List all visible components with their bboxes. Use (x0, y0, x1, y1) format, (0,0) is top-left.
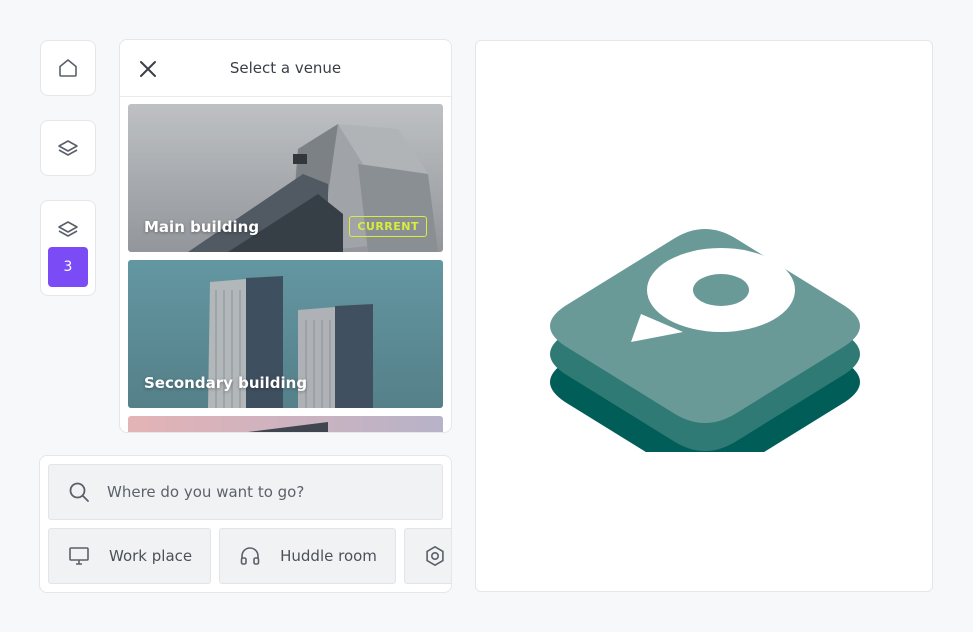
category-more[interactable] (403, 528, 451, 584)
headphones-icon (240, 547, 260, 565)
home-button[interactable] (40, 40, 96, 96)
map-panel[interactable] (475, 40, 933, 592)
gear-icon (426, 546, 444, 566)
venue-card-secondary-building[interactable]: Secondary building (128, 260, 443, 408)
category-chips: Work place Huddle room (48, 528, 451, 584)
search-panel: Work place Huddle room (39, 455, 452, 593)
search-input[interactable] (107, 483, 407, 501)
category-label: Work place (109, 547, 193, 565)
current-venue-badge: CURRENT (349, 216, 427, 237)
search-icon (69, 482, 89, 502)
floor-selector[interactable]: 3 (40, 200, 96, 296)
category-work-place[interactable]: Work place (48, 528, 212, 584)
venue-list: Main building CURRENT Secondary building (128, 104, 443, 432)
venue-name: Secondary building (144, 374, 308, 392)
venue-panel-header: Select a venue (120, 40, 451, 97)
venue-panel-title: Select a venue (229, 59, 342, 77)
category-huddle-room[interactable]: Huddle room (219, 528, 396, 584)
app-logo-icon (550, 229, 860, 452)
category-label: Huddle room (280, 547, 377, 565)
layers-button[interactable] (40, 120, 96, 176)
layers-icon (58, 140, 78, 156)
search-box[interactable] (48, 464, 443, 520)
home-icon (59, 59, 77, 77)
venue-name: Main building (144, 218, 260, 236)
monitor-icon (69, 547, 89, 565)
third-building-image (128, 416, 443, 432)
layers-icon (58, 221, 78, 237)
venue-card-main-building[interactable]: Main building CURRENT (128, 104, 443, 252)
close-icon[interactable] (136, 57, 160, 81)
venue-panel: Select a venue Main building CURRENT Sec… (119, 39, 452, 433)
venue-card-third-building[interactable] (128, 416, 443, 432)
floor-count-badge[interactable]: 3 (48, 247, 88, 287)
